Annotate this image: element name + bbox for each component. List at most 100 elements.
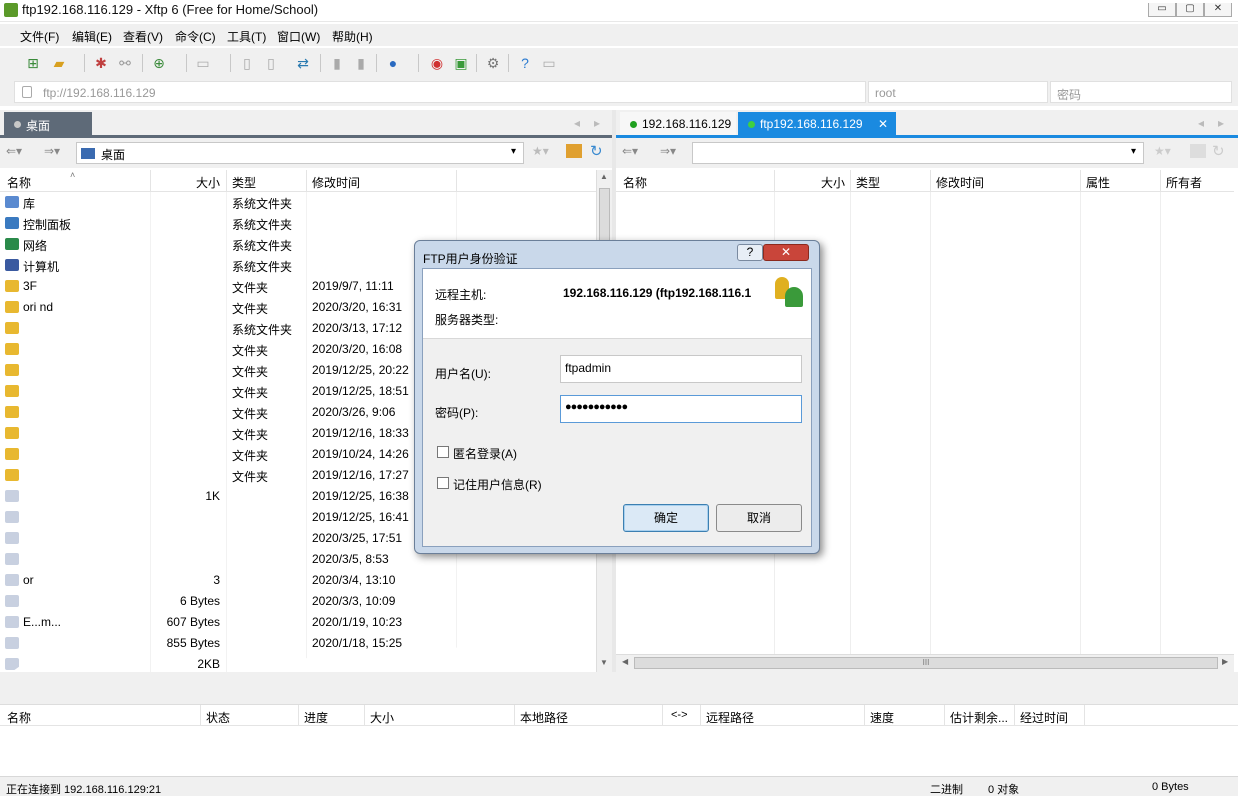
upload-icon[interactable]: ▮ bbox=[328, 54, 346, 72]
menu-edit[interactable]: 编辑(E) bbox=[72, 28, 112, 45]
tcol-eta[interactable]: 估计剩余... bbox=[950, 709, 1008, 726]
file-icon bbox=[5, 658, 19, 670]
tab-host[interactable]: 192.168.116.129 bbox=[620, 112, 736, 136]
menu-window[interactable]: 窗口(W) bbox=[277, 28, 320, 45]
dialog-close-button[interactable]: ✕ bbox=[763, 244, 809, 261]
gear-icon[interactable]: ⚙ bbox=[484, 54, 502, 72]
right-tab-prev-icon[interactable]: ◂ bbox=[1198, 116, 1204, 130]
ok-button[interactable]: 确定 bbox=[623, 504, 709, 532]
tcol-remote-path[interactable]: 远程路径 bbox=[706, 709, 754, 726]
scroll-thumb[interactable] bbox=[599, 188, 610, 248]
table-row[interactable]: 库 系统文件夹 bbox=[0, 192, 596, 213]
copy-icon[interactable]: ▯ bbox=[238, 54, 256, 72]
chevron-down-icon[interactable]: ▾ bbox=[511, 146, 516, 157]
xshell-icon[interactable]: ◉ bbox=[428, 54, 446, 72]
open-folder-icon[interactable]: ▰ bbox=[50, 54, 68, 72]
back-icon[interactable]: ⇐▾ bbox=[6, 144, 22, 158]
remember-checkbox[interactable] bbox=[437, 477, 449, 489]
forward-icon[interactable]: ⇒▾ bbox=[44, 144, 60, 158]
right-chevron-down-icon[interactable]: ▾ bbox=[1131, 146, 1136, 157]
menu-file[interactable]: 文件(F) bbox=[20, 28, 59, 45]
menu-tools[interactable]: 工具(T) bbox=[227, 28, 266, 45]
rcol-type[interactable]: 类型 bbox=[856, 174, 880, 191]
disconnect-icon[interactable]: ✱ bbox=[92, 54, 110, 72]
rcol-name[interactable]: 名称 bbox=[623, 174, 647, 191]
right-path-input[interactable]: ▾ bbox=[692, 142, 1144, 164]
col-name[interactable]: 名称 bbox=[7, 174, 31, 191]
rcol-owner[interactable]: 所有者 bbox=[1166, 174, 1202, 191]
transfer-icon[interactable]: ⇄ bbox=[294, 54, 312, 72]
table-row[interactable]: 控制面板 系统文件夹 bbox=[0, 213, 596, 234]
right-refresh-icon[interactable]: ↻ bbox=[1212, 142, 1225, 160]
paste-icon[interactable]: ▯ bbox=[262, 54, 280, 72]
transfer-list[interactable] bbox=[0, 726, 1238, 776]
host-input[interactable]: ftp://192.168.116.129 bbox=[14, 81, 866, 103]
right-forward-icon[interactable]: ⇒▾ bbox=[660, 144, 676, 158]
right-home-icon[interactable] bbox=[1190, 144, 1206, 158]
reconnect-icon[interactable]: ⚯ bbox=[116, 54, 134, 72]
tcol-speed[interactable]: 速度 bbox=[870, 709, 894, 726]
table-row[interactable]: 855 Bytes 2020/1/18, 15:25 bbox=[0, 633, 596, 654]
table-row[interactable]: E...m... 607 Bytes 2020/1/19, 10:23 bbox=[0, 612, 596, 633]
tcol-elapsed[interactable]: 经过时间 bbox=[1020, 709, 1068, 726]
menu-help[interactable]: 帮助(H) bbox=[332, 28, 373, 45]
minimize-button[interactable]: ▭ bbox=[1148, 3, 1176, 17]
dialog-password-input[interactable]: ●●●●●●●●●●● bbox=[560, 395, 802, 423]
table-row[interactable]: or 3 2020/3/4, 13:10 bbox=[0, 570, 596, 591]
tcol-size[interactable]: 大小 bbox=[370, 709, 394, 726]
table-row[interactable]: 6 Bytes 2020/3/3, 10:09 bbox=[0, 591, 596, 612]
tcol-local-path[interactable]: 本地路径 bbox=[520, 709, 568, 726]
remember-label[interactable]: 记住用户信息(R) bbox=[453, 476, 542, 493]
tcol-direction[interactable]: <-> bbox=[671, 709, 688, 721]
chat-icon[interactable]: ▭ bbox=[540, 54, 558, 72]
left-path-input[interactable]: 桌面 ▾ bbox=[76, 142, 524, 164]
menu-view[interactable]: 查看(V) bbox=[123, 28, 163, 45]
dialog-username-input[interactable]: ftpadmin bbox=[560, 355, 802, 383]
right-tab-next-icon[interactable]: ▸ bbox=[1218, 116, 1224, 130]
tab-ftp[interactable]: ftp192.168.116.129 ✕ bbox=[738, 112, 896, 136]
maximize-button[interactable]: ▢ bbox=[1176, 3, 1204, 17]
host-value: 192.168.116.129 (ftp192.168.116.1 bbox=[563, 286, 752, 300]
dialog-help-button[interactable]: ? bbox=[737, 244, 763, 261]
xftp-icon[interactable]: ▣ bbox=[452, 54, 470, 72]
rcol-modified[interactable]: 修改时间 bbox=[936, 174, 984, 191]
right-back-icon[interactable]: ⇐▾ bbox=[622, 144, 638, 158]
menu-command[interactable]: 命令(C) bbox=[175, 28, 216, 45]
new-folder-icon[interactable]: ⊕ bbox=[150, 54, 168, 72]
password-input[interactable]: 密码 bbox=[1050, 81, 1232, 103]
rcol-size[interactable]: 大小 bbox=[821, 174, 845, 191]
anonymous-checkbox[interactable] bbox=[437, 446, 449, 458]
view-icon[interactable]: ▭ bbox=[194, 54, 212, 72]
username-input[interactable]: root bbox=[868, 81, 1048, 103]
download-icon[interactable]: ▮ bbox=[352, 54, 370, 72]
right-bookmark-icon[interactable]: ★▾ bbox=[1154, 144, 1171, 158]
tcol-progress[interactable]: 进度 bbox=[304, 709, 328, 726]
col-type[interactable]: 类型 bbox=[232, 174, 256, 191]
anonymous-label[interactable]: 匿名登录(A) bbox=[453, 445, 517, 462]
tcol-status[interactable]: 状态 bbox=[206, 709, 230, 726]
close-window-button[interactable]: ✕ bbox=[1204, 3, 1232, 17]
hscroll-left-icon[interactable]: ◀ bbox=[622, 657, 628, 666]
col-size[interactable]: 大小 bbox=[196, 174, 220, 191]
home-icon[interactable] bbox=[566, 144, 582, 158]
hscroll-thumb[interactable]: III bbox=[634, 657, 1218, 669]
right-hscrollbar[interactable]: ◀ III ▶ bbox=[616, 654, 1234, 672]
new-session-icon[interactable]: ⊞ bbox=[24, 54, 42, 72]
tab-close-icon[interactable]: ✕ bbox=[878, 117, 888, 131]
tab-next-icon[interactable]: ▸ bbox=[594, 116, 600, 130]
globe-icon[interactable]: ● bbox=[384, 54, 402, 72]
scroll-down-icon[interactable]: ▼ bbox=[600, 658, 608, 667]
tab-prev-icon[interactable]: ◂ bbox=[574, 116, 580, 130]
app-icon bbox=[4, 3, 18, 17]
bookmark-icon[interactable]: ★▾ bbox=[532, 144, 549, 158]
cancel-button[interactable]: 取消 bbox=[716, 504, 802, 532]
help-icon[interactable]: ? bbox=[516, 54, 534, 72]
scroll-up-icon[interactable]: ▲ bbox=[600, 172, 608, 181]
cell-type: 文件夹 bbox=[232, 428, 269, 442]
tcol-name[interactable]: 名称 bbox=[7, 709, 31, 726]
hscroll-right-icon[interactable]: ▶ bbox=[1222, 657, 1228, 666]
col-modified[interactable]: 修改时间 bbox=[312, 174, 360, 191]
rcol-attr[interactable]: 属性 bbox=[1086, 174, 1110, 191]
tab-desktop[interactable]: 桌面 bbox=[4, 112, 92, 136]
refresh-icon[interactable]: ↻ bbox=[590, 142, 603, 160]
